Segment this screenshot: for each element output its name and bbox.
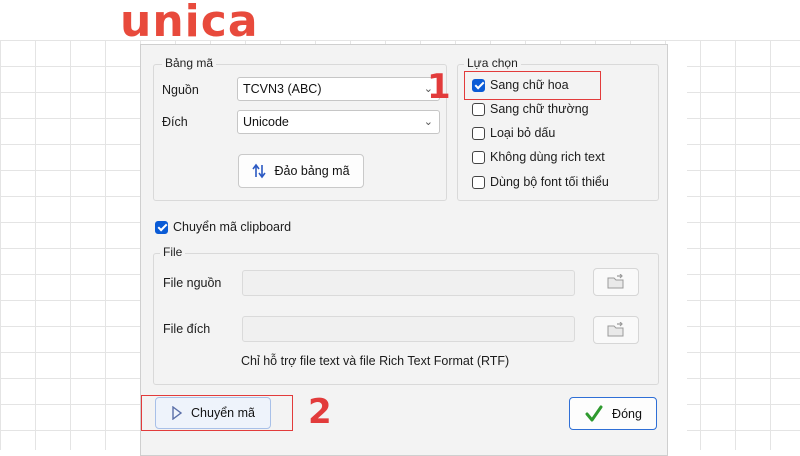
- swap-encoding-label: Đảo bảng mã: [274, 164, 350, 178]
- dest-file-label: File đích: [163, 322, 211, 336]
- clipboard-checkbox[interactable]: [155, 220, 168, 234]
- file-support-note: Chỉ hỗ trợ file text và file Rich Text F…: [241, 354, 510, 368]
- browse-source-file-button[interactable]: [593, 268, 639, 296]
- options-group-title: Lựa chọn: [464, 56, 521, 70]
- option-label: Sang chữ thường: [490, 102, 589, 116]
- swap-encoding-button[interactable]: Đảo bảng mã: [238, 154, 364, 188]
- option-label: Dùng bộ font tối thiểu: [490, 175, 609, 189]
- file-group-title: File: [160, 245, 186, 259]
- dest-file-input[interactable]: [242, 316, 575, 342]
- browse-dest-file-button[interactable]: [593, 316, 639, 344]
- source-file-input[interactable]: [242, 270, 575, 296]
- dest-encoding-select[interactable]: Unicode ⌄: [237, 110, 440, 134]
- checkmark-icon: [585, 405, 603, 421]
- open-folder-icon: [607, 274, 624, 289]
- close-label: Đóng: [612, 406, 642, 421]
- no-rich-text-checkbox[interactable]: [472, 150, 485, 164]
- option-label: Loại bỏ dấu: [490, 126, 556, 140]
- clipboard-label: Chuyển mã clipboard: [173, 220, 292, 234]
- minimal-font-checkbox[interactable]: [472, 175, 485, 189]
- clipboard-option[interactable]: Chuyển mã clipboard: [155, 220, 291, 234]
- lowercase-checkbox[interactable]: [472, 102, 485, 116]
- open-folder-icon: [607, 322, 624, 337]
- option-remove-diacritics[interactable]: Loại bỏ dấu: [472, 126, 555, 140]
- dest-encoding-label: Đích: [162, 115, 188, 129]
- step-number-1: 1: [427, 67, 451, 107]
- step-number-2: 2: [308, 392, 332, 432]
- close-button[interactable]: Đóng: [569, 397, 657, 430]
- remove-diacritics-checkbox[interactable]: [472, 126, 485, 140]
- source-encoding-select[interactable]: TCVN3 (ABC) ⌄: [237, 77, 440, 101]
- chevron-down-icon: ⌄: [423, 116, 433, 128]
- swap-arrows-icon: [252, 163, 267, 179]
- option-label: Không dùng rich text: [490, 150, 605, 164]
- option-no-rich-text[interactable]: Không dùng rich text: [472, 150, 605, 164]
- encoding-group-title: Bảng mã: [162, 56, 217, 70]
- callout-box-convert: [141, 395, 293, 431]
- source-encoding-value: TCVN3 (ABC): [243, 82, 322, 96]
- source-file-label: File nguồn: [163, 276, 222, 290]
- dest-encoding-value: Unicode: [243, 115, 289, 129]
- source-encoding-label: Nguồn: [162, 83, 199, 97]
- option-minimal-font[interactable]: Dùng bộ font tối thiểu: [472, 175, 609, 189]
- option-lowercase[interactable]: Sang chữ thường: [472, 102, 589, 116]
- unica-logo: unica: [120, 0, 259, 44]
- callout-box-uppercase: [464, 71, 601, 100]
- window-edge: [666, 44, 687, 450]
